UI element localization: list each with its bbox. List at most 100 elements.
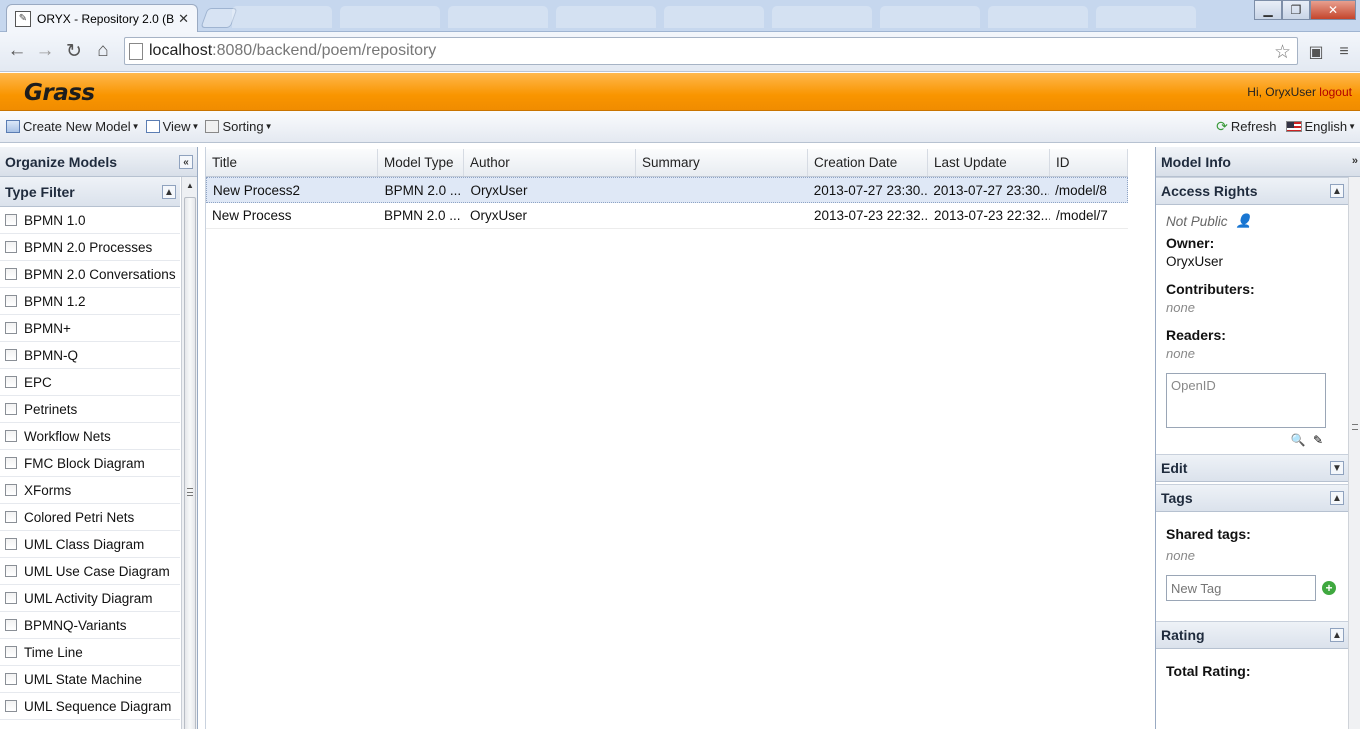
- tags-header[interactable]: Tags ▲: [1156, 484, 1348, 512]
- filter-checkbox[interactable]: [5, 214, 17, 226]
- column-header-summary[interactable]: Summary: [636, 149, 808, 176]
- filter-checkbox[interactable]: [5, 484, 17, 496]
- refresh-button[interactable]: Refresh: [1231, 119, 1277, 134]
- filter-checkbox[interactable]: [5, 700, 17, 712]
- collapse-left-icon[interactable]: «: [179, 155, 193, 169]
- filter-checkbox[interactable]: [5, 403, 17, 415]
- filter-checkbox[interactable]: [5, 376, 17, 388]
- browser-tab-blurred[interactable]: [988, 6, 1088, 28]
- browser-tab-blurred[interactable]: [664, 6, 764, 28]
- browser-tab-blurred[interactable]: [448, 6, 548, 28]
- bookmark-star-icon[interactable]: ☆: [1274, 41, 1291, 64]
- browser-tab-blurred[interactable]: [880, 6, 980, 28]
- filter-item[interactable]: FMC Block Diagram: [0, 450, 180, 477]
- scroll-thumb[interactable]: [184, 197, 196, 729]
- logout-link[interactable]: logout: [1319, 85, 1352, 99]
- filter-checkbox[interactable]: [5, 673, 17, 685]
- filter-item[interactable]: Workflow Nets: [0, 423, 180, 450]
- filter-checkbox[interactable]: [5, 538, 17, 550]
- extension-icon[interactable]: ▣: [1306, 42, 1326, 62]
- type-filter-header[interactable]: Type Filter ▲: [0, 177, 180, 207]
- filter-checkbox[interactable]: [5, 592, 17, 604]
- sorting-button[interactable]: Sorting ▼: [205, 119, 273, 134]
- column-header-last-update[interactable]: Last Update: [928, 149, 1050, 176]
- tab-close-icon[interactable]: ✕: [178, 11, 189, 27]
- filter-item[interactable]: UML Sequence Diagram: [0, 693, 180, 720]
- refresh-icon[interactable]: ⟳: [1216, 118, 1228, 135]
- back-icon[interactable]: ←: [6, 40, 28, 62]
- filter-checkbox[interactable]: [5, 268, 17, 280]
- new-tag-input[interactable]: [1166, 575, 1316, 601]
- collapse-up-icon[interactable]: ▲: [1330, 628, 1344, 642]
- left-scrollbar[interactable]: ▲: [181, 177, 197, 729]
- user-icon[interactable]: 👤: [1236, 213, 1252, 229]
- filter-checkbox[interactable]: [5, 349, 17, 361]
- filter-checkbox[interactable]: [5, 646, 17, 658]
- maximize-icon[interactable]: ❐: [1282, 0, 1310, 20]
- reload-icon[interactable]: ↻: [63, 40, 85, 62]
- filter-item[interactable]: EPC: [0, 369, 180, 396]
- filter-checkbox[interactable]: [5, 241, 17, 253]
- filter-item[interactable]: XForms: [0, 477, 180, 504]
- pencil-icon[interactable]: ✎: [1310, 432, 1326, 448]
- view-button[interactable]: View ▼: [145, 119, 199, 134]
- access-rights-header[interactable]: Access Rights ▲: [1156, 177, 1348, 205]
- right-scrollbar[interactable]: [1348, 177, 1360, 729]
- collapse-up-icon[interactable]: ▲: [162, 185, 176, 199]
- table-row[interactable]: New Process BPMN 2.0 ... OryxUser 2013-0…: [206, 203, 1128, 229]
- address-bar[interactable]: localhost:8080/backend/poem/repository ☆: [124, 37, 1298, 65]
- column-header-model-type[interactable]: Model Type: [378, 149, 464, 176]
- browser-tab-blurred[interactable]: [556, 6, 656, 28]
- filter-item[interactable]: Colored Petri Nets: [0, 504, 180, 531]
- filter-item[interactable]: BPMN 1.2: [0, 288, 180, 315]
- filter-checkbox[interactable]: [5, 457, 17, 469]
- edit-header[interactable]: Edit ▼: [1156, 454, 1348, 482]
- column-header-id[interactable]: ID: [1050, 149, 1128, 176]
- filter-item[interactable]: BPMNQ-Variants: [0, 612, 180, 639]
- browser-tab-active[interactable]: ✎ ORYX - Repository 2.0 (BE ✕: [6, 4, 198, 32]
- column-header-author[interactable]: Author: [464, 149, 636, 176]
- filter-item[interactable]: UML State Machine: [0, 666, 180, 693]
- filter-item[interactable]: Petrinets: [0, 396, 180, 423]
- browser-tab-blurred[interactable]: [340, 6, 440, 28]
- forward-icon[interactable]: →: [34, 40, 56, 62]
- filter-item[interactable]: UML Class Diagram: [0, 531, 180, 558]
- scroll-up-icon[interactable]: ▲: [182, 177, 198, 193]
- filter-item[interactable]: BPMN 2.0 Conversations: [0, 261, 180, 288]
- column-header-creation-date[interactable]: Creation Date: [808, 149, 928, 176]
- filter-item[interactable]: UML Use Case Diagram: [0, 558, 180, 585]
- filter-checkbox[interactable]: [5, 511, 17, 523]
- collapse-up-icon[interactable]: ▲: [1330, 491, 1344, 505]
- language-select[interactable]: English: [1304, 119, 1347, 134]
- browser-tab-blurred[interactable]: [1096, 6, 1196, 28]
- filter-checkbox[interactable]: [5, 295, 17, 307]
- window-close-icon[interactable]: ✕: [1310, 0, 1356, 20]
- collapse-up-icon[interactable]: ▲: [1330, 184, 1344, 198]
- filter-item[interactable]: BPMN 1.0: [0, 207, 180, 234]
- menu-icon[interactable]: ≡: [1334, 42, 1354, 62]
- collapse-right-icon[interactable]: »: [1352, 155, 1358, 167]
- chevron-down-icon[interactable]: ▼: [1348, 122, 1356, 131]
- browser-tab-blurred[interactable]: [772, 6, 872, 28]
- rating-header[interactable]: Rating ▲: [1156, 621, 1348, 649]
- filter-checkbox[interactable]: [5, 619, 17, 631]
- add-tag-icon[interactable]: +: [1322, 581, 1336, 595]
- filter-checkbox[interactable]: [5, 430, 17, 442]
- expand-down-icon[interactable]: ▼: [1330, 461, 1344, 475]
- filter-checkbox[interactable]: [5, 565, 17, 577]
- filter-item[interactable]: BPMN 2.0 Processes: [0, 234, 180, 261]
- home-icon[interactable]: ⌂: [92, 40, 114, 62]
- filter-item[interactable]: BPMN-Q: [0, 342, 180, 369]
- filter-item[interactable]: UML Activity Diagram: [0, 585, 180, 612]
- minimize-icon[interactable]: ▁: [1254, 0, 1282, 20]
- filter-item[interactable]: Time Line: [0, 639, 180, 666]
- browser-tab-blurred[interactable]: [232, 6, 332, 28]
- filter-scroll-area[interactable]: Type Filter ▲ BPMN 1.0 BPMN 2.0 Processe…: [0, 177, 198, 729]
- column-header-title[interactable]: Title: [206, 149, 378, 176]
- filter-item[interactable]: BPMN+: [0, 315, 180, 342]
- filter-checkbox[interactable]: [5, 322, 17, 334]
- create-model-button[interactable]: Create New Model ▼: [6, 119, 140, 134]
- openid-textarea[interactable]: OpenID: [1166, 373, 1326, 428]
- table-row[interactable]: New Process2 BPMN 2.0 ... OryxUser 2013-…: [206, 177, 1128, 203]
- view-document-icon[interactable]: 🔍: [1290, 432, 1306, 448]
